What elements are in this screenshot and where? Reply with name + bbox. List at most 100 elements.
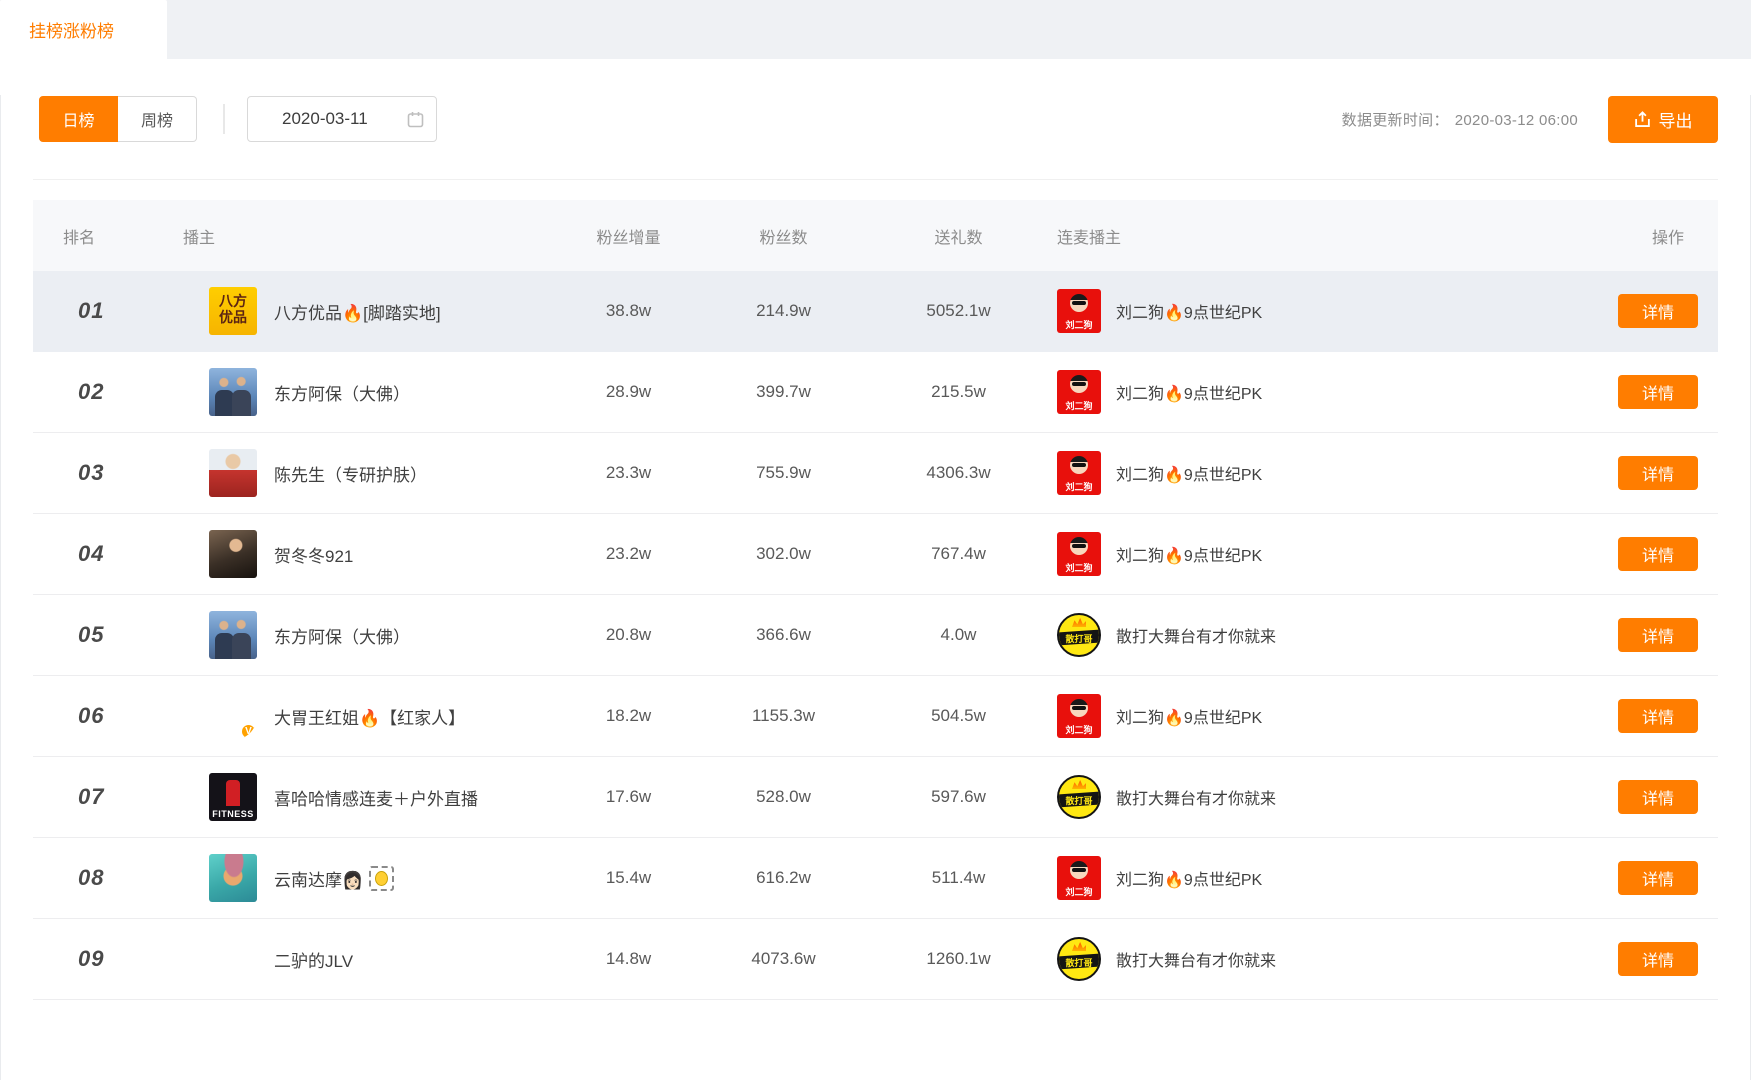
- period-toggle: 日榜 周榜: [39, 96, 197, 142]
- fans-gain-value: 23.2w: [561, 544, 696, 564]
- rank-number: 05: [78, 622, 104, 647]
- rank-number: 07: [78, 784, 104, 809]
- gifts-value: 4306.3w: [871, 463, 1046, 483]
- gifts-value: 4.0w: [871, 625, 1046, 645]
- export-button[interactable]: 导出: [1608, 96, 1718, 143]
- horizontal-divider: [33, 179, 1718, 180]
- broadcaster-avatar: [209, 611, 257, 659]
- detail-button[interactable]: 详情: [1618, 294, 1698, 328]
- broadcaster-name-text: 八方优品🔥[脚踏实地]: [274, 299, 441, 324]
- detail-button[interactable]: 详情: [1618, 618, 1698, 652]
- co-broadcaster-avatar: 散打哥: [1057, 775, 1101, 819]
- table-header: 排名 播主 粉丝增量 粉丝数 送礼数 连麦播主 操作: [33, 200, 1718, 271]
- table-row: 01 八方 优品 八方优品🔥[脚踏实地] 38.8w 214.9w 5052.1…: [33, 271, 1718, 352]
- fans-total-value: 528.0w: [696, 787, 871, 807]
- vertical-divider: [223, 104, 225, 134]
- filter-bar: 日榜 周榜 数据更新时间：2020-03-12 06:00 导出: [39, 95, 1718, 143]
- co-broadcaster-avatar-text: 刘二狗: [1057, 318, 1101, 331]
- rank-number: 01: [78, 298, 104, 323]
- detail-button[interactable]: 详情: [1618, 861, 1698, 895]
- header-fans-gain: 粉丝增量: [561, 224, 696, 248]
- export-icon: [1634, 111, 1651, 128]
- co-broadcaster-avatar-text: 刘二狗: [1057, 399, 1101, 412]
- table-body: 01 八方 优品 八方优品🔥[脚踏实地] 38.8w 214.9w 5052.1…: [33, 271, 1718, 1000]
- fans-total-value: 1155.3w: [696, 706, 871, 726]
- co-broadcaster-avatar-text: 刘二狗: [1057, 885, 1101, 898]
- detail-button[interactable]: 详情: [1618, 375, 1698, 409]
- rank-number: 06: [78, 703, 104, 728]
- fans-gain-value: 38.8w: [561, 301, 696, 321]
- fans-total-value: 4073.6w: [696, 949, 871, 969]
- date-picker: [247, 96, 437, 142]
- broadcaster-avatar: V: [209, 692, 257, 740]
- tab-title: 挂榜涨粉榜: [29, 17, 114, 42]
- gifts-value: 215.5w: [871, 382, 1046, 402]
- content-panel: 日榜 周榜 数据更新时间：2020-03-12 06:00 导出: [0, 95, 1751, 1080]
- fans-gain-value: 28.9w: [561, 382, 696, 402]
- broadcaster-name-text: 云南达摩👩🏻: [274, 866, 363, 891]
- header-fans-total: 粉丝数: [696, 224, 871, 248]
- update-time-label: 数据更新时间：: [1342, 112, 1449, 129]
- co-broadcaster-avatar-text: 刘二狗: [1057, 480, 1101, 493]
- co-broadcaster-name: 散打大舞台有才你就来: [1116, 623, 1276, 647]
- fans-total-value: 399.7w: [696, 382, 871, 402]
- broadcaster-name-text: 二驴的JLV: [274, 947, 353, 972]
- missing-emoji-box-icon: [369, 866, 394, 891]
- co-broadcaster-name: 刘二狗🔥9点世纪PK: [1116, 380, 1262, 404]
- table-row: 05 东方阿保（大佛） 20.8w 366.6w 4.0w 散打哥 散打大舞台有…: [33, 595, 1718, 676]
- table-row: 04 贺冬冬921 23.2w 302.0w 767.4w 刘二狗 刘二狗🔥9点…: [33, 514, 1718, 595]
- table-row: 08 云南达摩👩🏻 15.4w 616.2w 511.4w 刘二狗 刘二狗🔥9点…: [33, 838, 1718, 919]
- broadcaster-name: 贺冬冬921: [274, 542, 353, 567]
- fans-gain-value: 17.6w: [561, 787, 696, 807]
- broadcaster-name-text: 大胃王红姐🔥【红家人】: [274, 704, 465, 729]
- broadcaster-name-text: 陈先生（专研护肤）: [274, 461, 427, 486]
- detail-button[interactable]: 详情: [1618, 699, 1698, 733]
- broadcaster-name: 二驴的JLV: [274, 947, 353, 972]
- detail-button[interactable]: 详情: [1618, 537, 1698, 571]
- fans-total-value: 214.9w: [696, 301, 871, 321]
- export-label: 导出: [1659, 107, 1693, 132]
- gifts-value: 767.4w: [871, 544, 1046, 564]
- co-broadcaster-name: 刘二狗🔥9点世纪PK: [1116, 542, 1262, 566]
- detail-button[interactable]: 详情: [1618, 456, 1698, 490]
- table-row: 02 东方阿保（大佛） 28.9w 399.7w 215.5w 刘二狗 刘二狗🔥…: [33, 352, 1718, 433]
- gifts-value: 597.6w: [871, 787, 1046, 807]
- broadcaster-name: 云南达摩👩🏻: [274, 866, 394, 891]
- fans-gain-value: 14.8w: [561, 949, 696, 969]
- data-update-time: 数据更新时间：2020-03-12 06:00: [1342, 109, 1578, 130]
- broadcaster-name: 喜哈哈情感连麦＋户外直播: [274, 785, 478, 810]
- broadcaster-name-text: 贺冬冬921: [274, 542, 353, 567]
- daily-rank-button[interactable]: 日榜: [39, 96, 118, 142]
- table-row: 09 二驴的JLV 14.8w 4073.6w 1260.1w 散打哥 散打大舞…: [33, 919, 1718, 1000]
- detail-button[interactable]: 详情: [1618, 942, 1698, 976]
- rank-number: 08: [78, 865, 104, 890]
- detail-button[interactable]: 详情: [1618, 780, 1698, 814]
- co-broadcaster-avatar: 散打哥: [1057, 613, 1101, 657]
- broadcaster-avatar-text: FITNESS: [209, 809, 257, 819]
- broadcaster-avatar: [209, 530, 257, 578]
- co-broadcaster-name: 刘二狗🔥9点世纪PK: [1116, 866, 1262, 890]
- gifts-value: 1260.1w: [871, 949, 1046, 969]
- gifts-value: 511.4w: [871, 868, 1046, 888]
- co-broadcaster-name: 刘二狗🔥9点世纪PK: [1116, 704, 1262, 728]
- co-broadcaster-avatar: 刘二狗: [1057, 370, 1101, 414]
- co-broadcaster-avatar: 刘二狗: [1057, 532, 1101, 576]
- co-broadcaster-avatar: 刘二狗: [1057, 289, 1101, 333]
- header-broadcaster: 播主: [151, 224, 561, 248]
- tab-fans-growth-ranking[interactable]: 挂榜涨粉榜: [0, 0, 167, 59]
- broadcaster-name: 大胃王红姐🔥【红家人】: [274, 704, 465, 729]
- broadcaster-avatar: [209, 854, 257, 902]
- broadcaster-avatar: [209, 935, 257, 983]
- co-broadcaster-avatar-text: 刘二狗: [1057, 723, 1101, 736]
- co-broadcaster-avatar-text: 散打哥: [1059, 632, 1099, 645]
- broadcaster-name: 八方优品🔥[脚踏实地]: [274, 299, 441, 324]
- table-row: 06 V 大胃王红姐🔥【红家人】 18.2w 1155.3w 504.5w 刘二…: [33, 676, 1718, 757]
- rank-number: 03: [78, 460, 104, 485]
- calendar-icon[interactable]: [407, 111, 424, 128]
- header-action: 操作: [1486, 224, 1718, 248]
- broadcaster-name-text: 东方阿保（大佛）: [274, 380, 410, 405]
- co-broadcaster-avatar: 刘二狗: [1057, 694, 1101, 738]
- broadcaster-name-text: 喜哈哈情感连麦＋户外直播: [274, 785, 478, 810]
- weekly-rank-button[interactable]: 周榜: [118, 96, 197, 142]
- broadcaster-name-text: 东方阿保（大佛）: [274, 623, 410, 648]
